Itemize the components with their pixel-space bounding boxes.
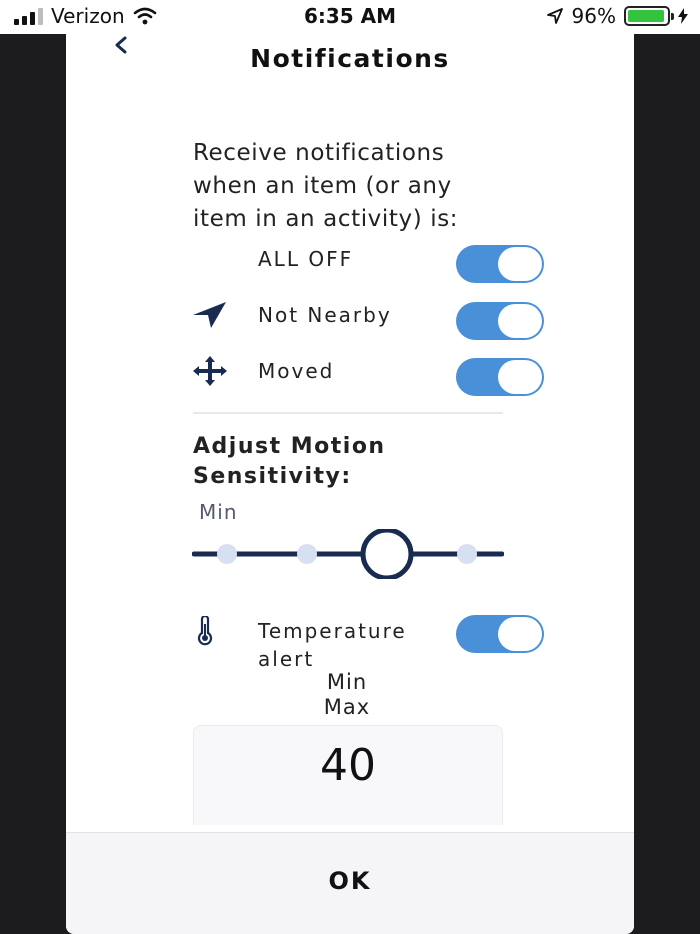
footer-bar: OK <box>66 832 634 934</box>
temperature-min-label: Min <box>326 670 368 694</box>
toggle-label-all-off: ALL OFF <box>258 247 354 271</box>
temperature-value: 40 <box>320 740 376 791</box>
slider-step-dot[interactable] <box>217 544 237 564</box>
temperature-alert-label: Temperature alert <box>258 619 407 671</box>
toggle-label-moved: Moved <box>258 359 335 383</box>
battery-icon <box>624 6 674 26</box>
ok-button[interactable]: OK <box>66 867 634 895</box>
status-bar: Verizon 6:35 AM 96% <box>0 0 700 34</box>
charging-bolt-icon <box>678 8 688 24</box>
not-nearby-toggle[interactable] <box>456 302 544 340</box>
intro-text: Receive notifications when an item (or a… <box>193 140 459 232</box>
move-arrows-icon <box>193 356 227 386</box>
slider-min-label: Min <box>199 500 238 524</box>
location-services-icon <box>546 8 563 24</box>
motion-sensitivity-title: Adjust Motion Sensitivity: <box>193 434 386 489</box>
moved-toggle[interactable] <box>456 358 544 396</box>
page-title: Notifications <box>250 44 450 73</box>
temperature-max-label: Max <box>323 695 371 719</box>
toggle-knob <box>498 617 542 651</box>
battery-percent: 96% <box>571 4 616 28</box>
toggle-knob <box>498 360 542 394</box>
toggle-knob <box>498 247 542 281</box>
toggle-knob <box>498 304 542 338</box>
motion-sensitivity-slider[interactable] <box>192 529 504 579</box>
slider-thumb[interactable] <box>360 529 414 579</box>
slider-step-dot[interactable] <box>297 544 317 564</box>
notifications-sheet: Notifications Receive notifications when… <box>66 34 634 934</box>
temperature-value-field[interactable]: 40 <box>193 725 503 825</box>
location-arrow-icon <box>193 302 226 328</box>
status-right: 96% <box>546 4 688 28</box>
divider <box>193 412 503 414</box>
toggle-label-not-nearby: Not Nearby <box>258 303 392 327</box>
slider-step-dot[interactable] <box>457 544 477 564</box>
temperature-alert-toggle[interactable] <box>456 615 544 653</box>
thermometer-icon <box>197 616 213 646</box>
all-off-toggle[interactable] <box>456 245 544 283</box>
